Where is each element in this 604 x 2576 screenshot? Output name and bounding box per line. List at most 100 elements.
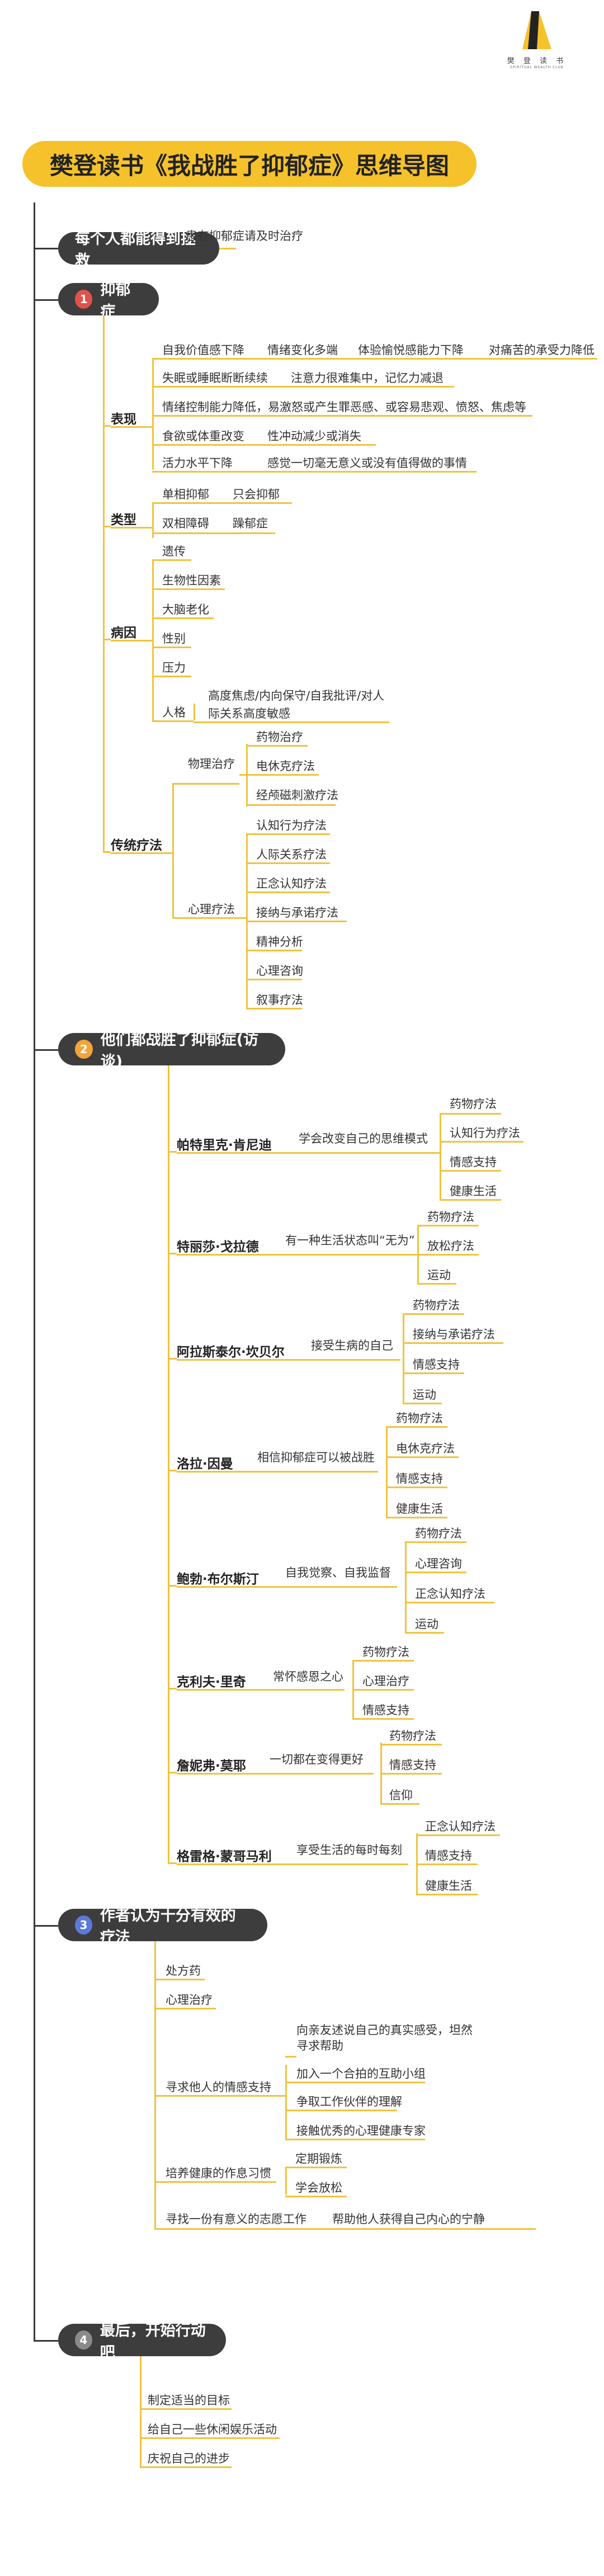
s1-spine bbox=[103, 315, 105, 852]
s2-person-item: 运动 bbox=[427, 1268, 451, 1282]
connector bbox=[34, 299, 58, 301]
connector bbox=[34, 248, 58, 249]
s2-person-name: 特丽莎·戈拉德 bbox=[177, 1240, 259, 1254]
s2-person-desc: 学会改变自己的思维模式 bbox=[299, 1132, 428, 1145]
s1-biaoxian-item: 性冲动减少或消失 bbox=[267, 430, 361, 443]
s1-bingyin-item: 性别 bbox=[162, 632, 186, 645]
s2-person-item: 药物疗法 bbox=[389, 1729, 436, 1743]
s2-person-item: 药物疗法 bbox=[427, 1210, 474, 1224]
s1-bingyin-item: 人格 bbox=[162, 706, 186, 719]
s3-qinggan-item: 争取工作伙伴的理解 bbox=[296, 2095, 402, 2108]
s1-biaoxian-label: 表现 bbox=[111, 412, 136, 427]
s1-xinli-item: 叙事疗法 bbox=[256, 993, 303, 1007]
s2-person-desc: 相信抑郁症可以被战胜 bbox=[257, 1451, 375, 1464]
s2-person-item: 正念认知疗法 bbox=[415, 1587, 485, 1601]
s3-item: 培养健康的作息习惯 bbox=[166, 2167, 271, 2180]
section-3-label: 作者认为十分有效的疗法 bbox=[100, 1907, 236, 1946]
page-title: 樊登读书《我战胜了抑郁症》思维导图 bbox=[22, 141, 476, 187]
s4-spine bbox=[140, 2356, 141, 2467]
s1-biaoxian-item: 活力水平下降 bbox=[162, 456, 233, 470]
s2-spine bbox=[168, 1065, 169, 1862]
s1-leixing-item: 单相抑郁 bbox=[162, 488, 209, 501]
s1-biaoxian-item: 自我价值感下降 bbox=[162, 343, 244, 357]
s2-person-item: 信仰 bbox=[389, 1789, 413, 1802]
s2-person-item: 情感支持 bbox=[425, 1849, 472, 1862]
s1-biaoxian-item: 情绪控制能力降低，易激怒或产生罪恶感、或容易悲观、愤怒、焦虑等 bbox=[162, 400, 526, 414]
s1-biaoxian-item: 对痛苦的承受力降低 bbox=[489, 343, 594, 357]
s1-leixing-item: 只会抑郁 bbox=[233, 488, 280, 501]
s1-biaoxian-item: 失眠或睡眠断断续续 bbox=[162, 371, 268, 385]
s1-bingyin-item: 遗传 bbox=[162, 545, 186, 558]
section-2-number: 2 bbox=[75, 1040, 93, 1059]
s2-person-name: 格雷格·蒙哥马利 bbox=[177, 1850, 272, 1864]
s1-liaofa-label: 传统疗法 bbox=[111, 838, 162, 853]
logo: 樊 登 读 书 SPIRITUAL WEALTH CLUB bbox=[503, 6, 570, 69]
s1-biaoxian-item: 食欲或体重改变 bbox=[162, 430, 244, 443]
logo-brand: 樊 登 读 书 bbox=[507, 57, 567, 65]
s1-biaoxian-item: 感觉一切毫无意义或没有值得做的事情 bbox=[267, 456, 467, 470]
s1-wuli-item: 经颅磁刺激疗法 bbox=[256, 789, 338, 802]
section-2-node: 2 他们都战胜了抑郁症(访谈) bbox=[58, 1031, 285, 1070]
s1-bingyin-item: 压力 bbox=[162, 661, 186, 674]
section-4-label: 最后，开始行动吧 bbox=[100, 2322, 206, 2361]
s4-item: 庆祝自己的进步 bbox=[148, 2452, 230, 2465]
s2-person-item: 放松疗法 bbox=[427, 1239, 474, 1253]
section-1-label: 抑郁症 bbox=[100, 281, 131, 320]
s2-person-desc: 有一种生活状态叫“无为” bbox=[285, 1234, 415, 1247]
s1-wuli-item: 电休克疗法 bbox=[256, 759, 315, 773]
s1-xinli-item: 精神分析 bbox=[256, 935, 303, 949]
s1-biaoxian-item: 注意力很难集中，记忆力减退 bbox=[291, 371, 443, 385]
s1-biaoxian-item: 情绪变化多端 bbox=[267, 343, 338, 357]
mind-map: 樊 登 读 书 SPIRITUAL WEALTH CLUB 樊登读书《我战胜了抑… bbox=[0, 0, 604, 2576]
s2-person-name: 洛拉·因曼 bbox=[177, 1457, 233, 1471]
s1-leixing-label: 类型 bbox=[111, 513, 136, 527]
s2-person-item: 心理咨询 bbox=[415, 1557, 462, 1570]
s2-person-item: 正念认知疗法 bbox=[425, 1820, 496, 1833]
s1-renge-child: 高度焦虑/内向保守/自我批评/对人 bbox=[208, 689, 385, 702]
s2-person-item: 情感支持 bbox=[450, 1155, 497, 1169]
section-3-number: 3 bbox=[75, 1916, 92, 1935]
s2-person-item: 健康生活 bbox=[450, 1185, 497, 1198]
section-1-node: 1 抑郁症 bbox=[58, 281, 159, 320]
s4-item: 给自己一些休闲娱乐活动 bbox=[148, 2423, 277, 2436]
s1-wuli-label: 物理治疗 bbox=[188, 757, 235, 771]
s1-leixing-item: 双相障碍 bbox=[162, 517, 209, 530]
s3-zuoxi-item: 学会放松 bbox=[295, 2181, 342, 2195]
s2-person-desc: 接受生病的自己 bbox=[311, 1339, 393, 1352]
s3-item: 心理治疗 bbox=[166, 1993, 213, 2007]
s3-zuoxi-item: 定期锻炼 bbox=[295, 2152, 342, 2165]
s1-xinli-item: 接纳与承诺疗法 bbox=[256, 906, 338, 919]
s2-person-item: 心理治疗 bbox=[362, 1674, 409, 1688]
logo-sub: SPIRITUAL WEALTH CLUB bbox=[510, 65, 564, 69]
s1-xinli-item: 人际关系疗法 bbox=[256, 848, 327, 861]
s2-person-item: 认知行为疗法 bbox=[450, 1126, 520, 1140]
s2-person-desc: 常怀感恩之心 bbox=[273, 1670, 343, 1683]
s2-person-item: 健康生活 bbox=[396, 1502, 443, 1516]
s3-qinggan-item: 寻求帮助 bbox=[296, 2039, 343, 2053]
s2-person-name: 阿拉斯泰尔·坎贝尔 bbox=[177, 1345, 285, 1360]
s2-person-desc: 自我觉察、自我监督 bbox=[285, 1566, 391, 1579]
s1-biaoxian-item: 体验愉悦感能力下降 bbox=[358, 343, 464, 357]
s2-person-item: 药物疗法 bbox=[450, 1097, 497, 1111]
s2-person-name: 鲍勃·布尔斯汀 bbox=[177, 1572, 259, 1587]
s2-person-item: 健康生活 bbox=[425, 1879, 472, 1893]
s3-qinggan-item: 加入一个合拍的互助小组 bbox=[296, 2067, 426, 2080]
s2-person-desc: 一切都在变得更好 bbox=[270, 1753, 364, 1766]
section-3-node: 3 作者认为十分有效的疗法 bbox=[58, 1907, 267, 1946]
s4-item: 制定适当的目标 bbox=[148, 2394, 230, 2407]
section-4-node: 4 最后，开始行动吧 bbox=[58, 2322, 226, 2361]
s2-person-item: 药物疗法 bbox=[362, 1645, 409, 1659]
s2-person-item: 药物疗法 bbox=[396, 1412, 443, 1425]
s3-item: 处方药 bbox=[166, 1964, 201, 1978]
s2-person-item: 情感支持 bbox=[396, 1472, 443, 1485]
s1-xinli-item: 心理咨询 bbox=[256, 964, 303, 978]
s3-item: 寻求他人的情感支持 bbox=[166, 2080, 271, 2094]
intro-child: 患有抑郁症请及时治疗 bbox=[186, 229, 303, 243]
s1-leixing-item: 躁郁症 bbox=[233, 517, 268, 530]
s1-bingyin-item: 生物性因素 bbox=[162, 574, 221, 587]
s2-person-item: 运动 bbox=[415, 1617, 438, 1631]
s2-person-desc: 享受生活的每时每刻 bbox=[296, 1843, 402, 1857]
section-2-label: 他们都战胜了抑郁症(访谈) bbox=[100, 1031, 259, 1070]
s2-person-item: 药物疗法 bbox=[415, 1527, 462, 1540]
section-4-number: 4 bbox=[75, 2330, 92, 2349]
